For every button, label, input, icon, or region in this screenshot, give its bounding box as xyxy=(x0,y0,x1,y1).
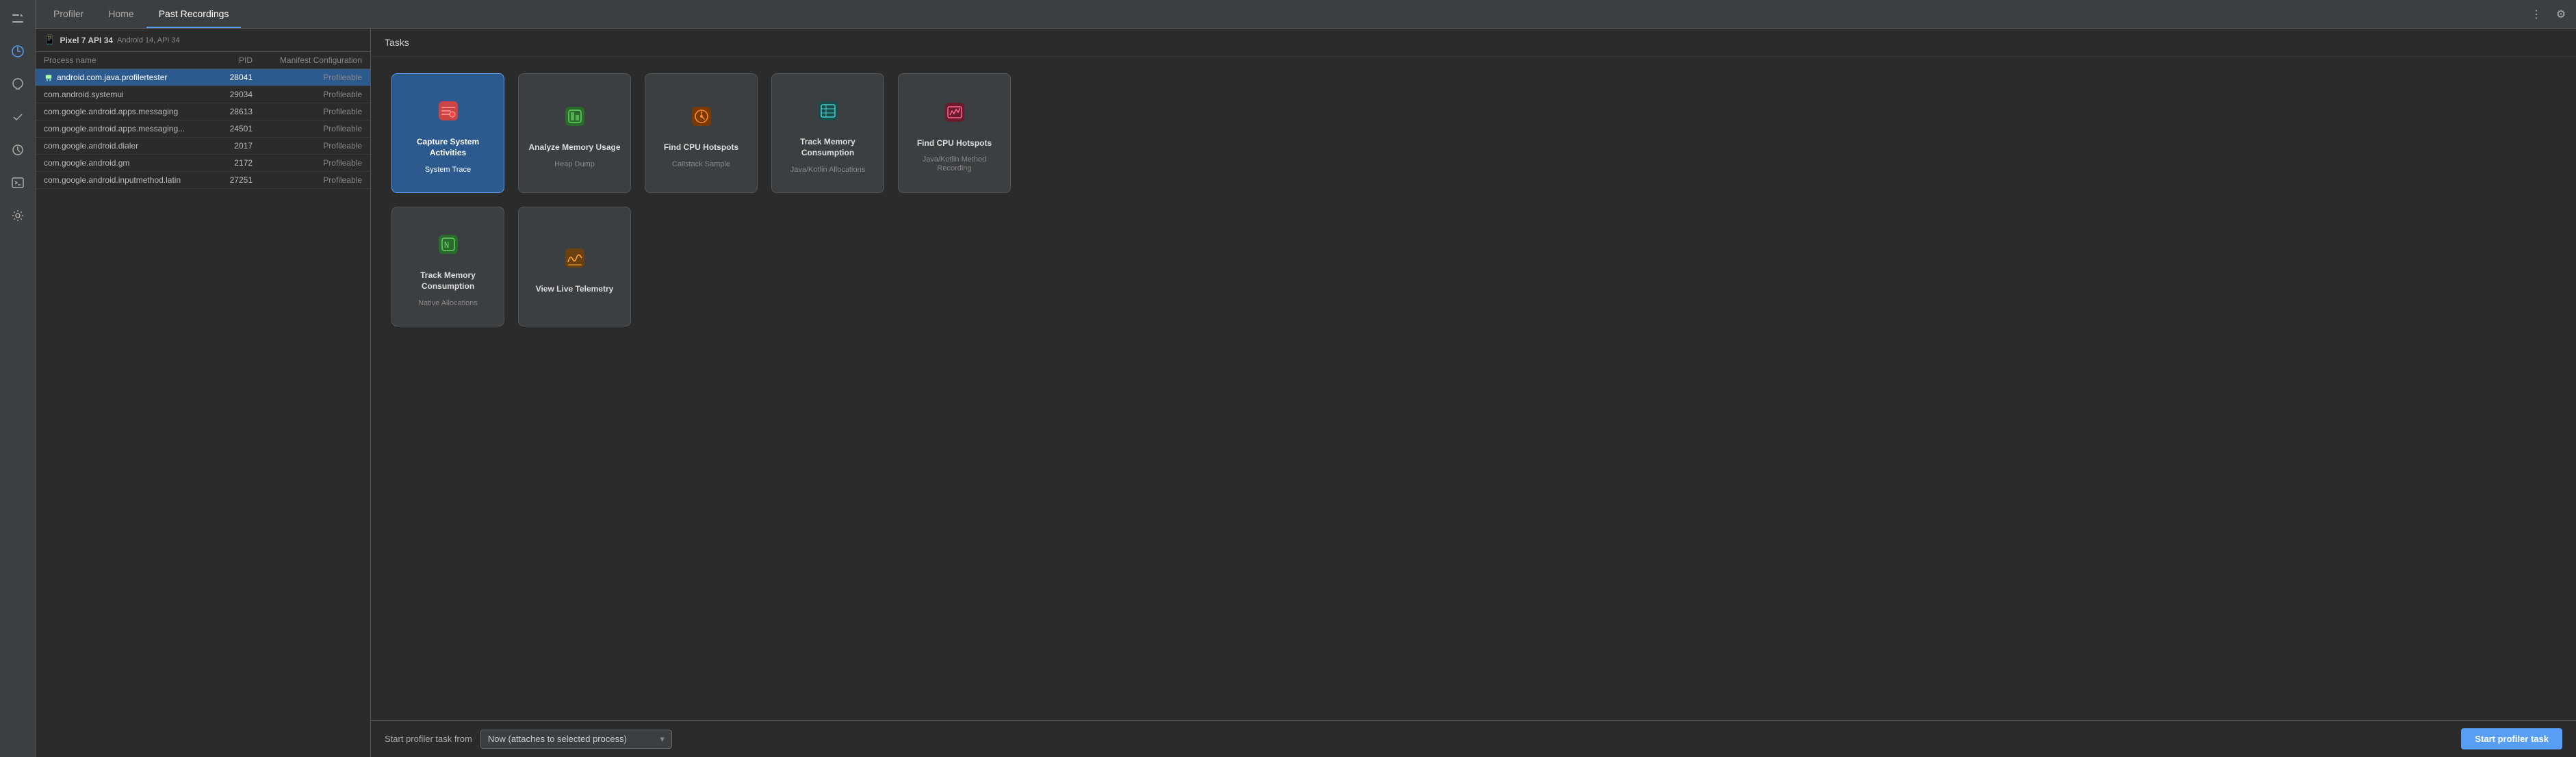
process-manifest: Profileable xyxy=(253,158,362,168)
tests-icon[interactable] xyxy=(6,105,29,129)
tabs-actions: ⋮ ⚙ xyxy=(2527,5,2571,24)
process-name: com.android.systemui xyxy=(44,90,124,99)
terminal-icon[interactable] xyxy=(6,171,29,194)
table-row[interactable]: com.google.android.apps.messaging 28613Pr… xyxy=(36,103,370,120)
device-name: Pixel 7 API 34 xyxy=(60,36,113,45)
task-card-callstack-sample[interactable]: Find CPU Hotspots Callstack Sample xyxy=(645,73,758,193)
process-name: com.google.android.inputmethod.latin xyxy=(44,175,181,185)
footer-label: Start profiler task from xyxy=(385,734,472,744)
task-title-native-allocations: Track Memory Consumption xyxy=(399,270,497,292)
process-name: com.google.android.apps.messaging xyxy=(44,107,178,116)
table-row[interactable]: com.google.android.apps.messaging... 2450… xyxy=(36,120,370,138)
dropdown-value: Now (attaches to selected process) xyxy=(488,734,627,744)
process-manifest: Profileable xyxy=(253,90,362,99)
time-icon[interactable] xyxy=(6,138,29,162)
process-manifest: Profileable xyxy=(253,73,362,82)
start-profiler-button[interactable]: Start profiler task xyxy=(2461,728,2562,749)
native-alloc-icon: N xyxy=(429,225,467,264)
profiler-icon[interactable] xyxy=(6,40,29,63)
live-telemetry-icon xyxy=(556,239,594,277)
task-card-system-trace[interactable]: Capture System Activities System Trace xyxy=(391,73,504,193)
task-title-java-kotlin-recording: Find CPU Hotspots xyxy=(917,138,992,149)
process-pid: 27251 xyxy=(198,175,253,185)
method-recording-icon xyxy=(936,93,974,131)
process-manifest: Profileable xyxy=(253,141,362,151)
task-subtitle-java-kotlin-allocations: Java/Kotlin Allocations xyxy=(790,166,865,175)
process-manifest: Profileable xyxy=(253,124,362,133)
col-manifest: Manifest Configuration xyxy=(253,55,362,65)
tab-profiler[interactable]: Profiler xyxy=(41,0,96,28)
table-row[interactable]: com.google.android.inputmethod.latin 2725… xyxy=(36,172,370,189)
task-card-live-telemetry[interactable]: View Live Telemetry xyxy=(518,207,631,326)
main-area: Profiler Home Past Recordings ⋮ ⚙ 📱 Pixe… xyxy=(36,0,2576,757)
process-rows-container: android.com.java.profilertester28041Prof… xyxy=(36,69,370,189)
content-area: 📱 Pixel 7 API 34 Android 14, API 34 Proc… xyxy=(36,29,2576,757)
process-pid: 2017 xyxy=(198,141,253,151)
process-pid: 28041 xyxy=(198,73,253,82)
footer-bar: Start profiler task from Now (attaches t… xyxy=(371,720,2576,757)
task-card-native-allocations[interactable]: N Track Memory Consumption Native Allocat… xyxy=(391,207,504,326)
process-panel: 📱 Pixel 7 API 34 Android 14, API 34 Proc… xyxy=(36,29,371,757)
insights-icon[interactable] xyxy=(6,73,29,96)
tab-home[interactable]: Home xyxy=(96,0,146,28)
more-options-icon[interactable]: ⋮ xyxy=(2527,5,2546,24)
task-title-live-telemetry: View Live Telemetry xyxy=(536,284,614,295)
process-name: com.google.android.apps.messaging... xyxy=(44,124,185,133)
tasks-panel: Tasks Capture System Activities System Tr… xyxy=(371,29,2576,757)
dropdown-arrow-icon: ▾ xyxy=(660,734,665,745)
build-icon[interactable] xyxy=(6,7,29,30)
task-card-heap-dump[interactable]: Analyze Memory Usage Heap Dump xyxy=(518,73,631,193)
device-icon: 📱 xyxy=(44,34,55,46)
task-title-callstack-sample: Find CPU Hotspots xyxy=(664,142,738,153)
task-title-java-kotlin-allocations: Track Memory Consumption xyxy=(779,137,877,158)
tasks-grid: Capture System Activities System Trace An… xyxy=(371,57,2576,720)
tab-past-recordings[interactable]: Past Recordings xyxy=(146,0,242,28)
table-row[interactable]: com.android.systemui 29034Profileable xyxy=(36,86,370,103)
svg-text:N: N xyxy=(444,240,449,250)
process-pid: 2172 xyxy=(198,158,253,168)
task-title-system-trace: Capture System Activities xyxy=(399,137,497,158)
task-subtitle-callstack-sample: Callstack Sample xyxy=(672,160,730,169)
callstack-icon xyxy=(682,97,721,136)
process-manifest: Profileable xyxy=(253,175,362,185)
task-subtitle-heap-dump: Heap Dump xyxy=(554,160,595,169)
process-name: android.com.java.profilertester xyxy=(57,73,167,82)
task-card-java-kotlin-recording[interactable]: Find CPU Hotspots Java/Kotlin Method Reco… xyxy=(898,73,1011,193)
tabs-bar: Profiler Home Past Recordings ⋮ ⚙ xyxy=(36,0,2576,29)
settings-icon[interactable] xyxy=(6,204,29,227)
table-row[interactable]: android.com.java.profilertester 28041Prof… xyxy=(36,69,370,86)
device-os: Android 14, API 34 xyxy=(117,36,180,44)
task-subtitle-java-kotlin-recording: Java/Kotlin Method Recording xyxy=(905,155,1003,173)
tasks-row-2: N Track Memory Consumption Native Allocat… xyxy=(391,207,2555,326)
process-pid: 29034 xyxy=(198,90,253,99)
sidebar xyxy=(0,0,36,757)
tabs-list: Profiler Home Past Recordings xyxy=(41,0,241,28)
profiler-task-dropdown[interactable]: Now (attaches to selected process) ▾ xyxy=(480,730,672,749)
tasks-header: Tasks xyxy=(371,29,2576,57)
tasks-row-1: Capture System Activities System Trace An… xyxy=(391,73,2555,193)
process-manifest: Profileable xyxy=(253,107,362,116)
device-header: 📱 Pixel 7 API 34 Android 14, API 34 xyxy=(36,29,370,52)
process-table: Process name PID Manifest Configuration … xyxy=(36,52,370,757)
table-row[interactable]: com.google.android.gm 2172Profileable xyxy=(36,155,370,172)
process-name: com.google.android.gm xyxy=(44,158,129,168)
heap-dump-icon xyxy=(556,97,594,136)
gear-icon[interactable]: ⚙ xyxy=(2551,5,2571,24)
android-app-icon xyxy=(44,73,53,82)
task-title-heap-dump: Analyze Memory Usage xyxy=(528,142,620,153)
system-trace-icon xyxy=(429,92,467,130)
process-pid: 28613 xyxy=(198,107,253,116)
col-pid: PID xyxy=(198,55,253,65)
col-process-name: Process name xyxy=(44,55,198,65)
java-alloc-icon xyxy=(809,92,847,130)
process-name: com.google.android.dialer xyxy=(44,141,138,151)
table-row[interactable]: com.google.android.dialer 2017Profileable xyxy=(36,138,370,155)
task-subtitle-system-trace: System Trace xyxy=(425,166,471,175)
process-table-header: Process name PID Manifest Configuration xyxy=(36,52,370,69)
process-pid: 24501 xyxy=(198,124,253,133)
task-subtitle-native-allocations: Native Allocations xyxy=(418,299,478,308)
task-card-java-kotlin-allocations[interactable]: Track Memory Consumption Java/Kotlin Allo… xyxy=(771,73,884,193)
